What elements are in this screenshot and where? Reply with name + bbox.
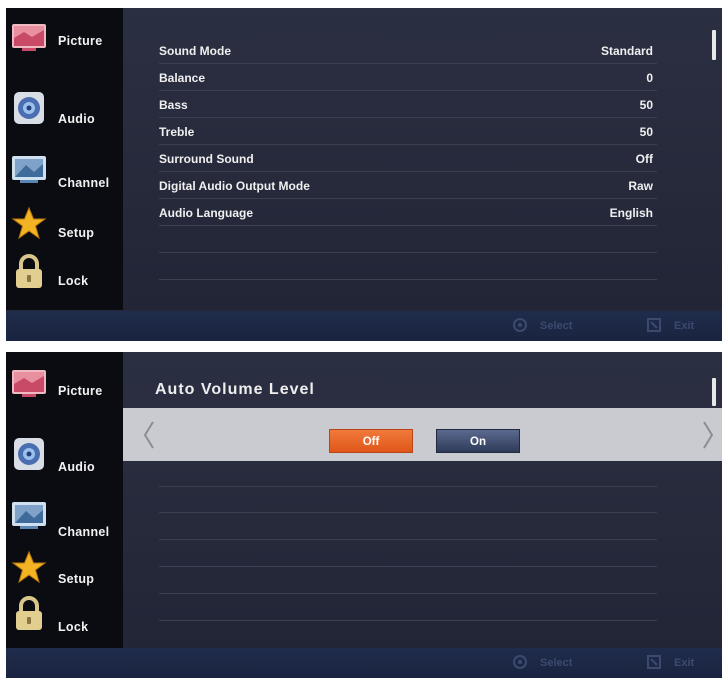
setting-row-balance[interactable]: Balance 0 (159, 63, 657, 91)
picture-icon (12, 370, 46, 397)
setting-row-bass[interactable]: Bass 50 (159, 90, 657, 118)
sidebar-item-picture[interactable]: Picture (6, 366, 123, 406)
sidebar-item-label: Picture (58, 34, 103, 48)
sidebar-item-label: Channel (58, 176, 110, 190)
scrollbar[interactable] (712, 378, 716, 406)
dpad-select-icon (513, 318, 527, 332)
sidebar-item-label: Audio (58, 112, 95, 126)
sidebar-item-lock[interactable]: Lock (6, 596, 123, 636)
exit-key-icon (647, 655, 661, 669)
chevron-left-icon[interactable] (141, 420, 157, 450)
scrollbar[interactable] (712, 30, 716, 60)
select-hint: Select (540, 657, 573, 669)
sidebar-item-label: Setup (58, 572, 95, 586)
setting-row-treble[interactable]: Treble 50 (159, 117, 657, 145)
page-title: Auto Volume Level (155, 381, 315, 398)
empty-row-divider (159, 279, 657, 280)
sidebar-item-setup[interactable]: Setup (6, 206, 123, 246)
option-selector: Off On (123, 408, 722, 461)
sidebar-item-audio[interactable]: Audio (6, 436, 123, 476)
audio-speaker-icon (14, 438, 44, 470)
setup-star-icon (11, 550, 47, 584)
chevron-right-icon[interactable] (700, 420, 716, 450)
empty-row-divider (159, 486, 657, 487)
exit-hint: Exit (674, 657, 695, 669)
empty-row-divider (159, 593, 657, 594)
empty-row-divider (159, 252, 657, 253)
exit-hint: Exit (674, 320, 695, 332)
setting-value: 0 (646, 71, 653, 85)
audio-settings-list: Sound Mode Standard Balance 0 Bass 50 Tr… (123, 8, 722, 310)
sidebar-item-label: Channel (58, 525, 110, 539)
sidebar-item-label: Lock (58, 620, 89, 634)
auto-volume-screen: Picture Audio Channel Setup Lock Auto Vo… (6, 352, 722, 678)
sidebar-item-lock[interactable]: Lock (6, 254, 123, 294)
footer-hint-bar: Select Exit (6, 311, 722, 341)
setting-value: English (609, 206, 653, 220)
setting-label: Bass (159, 98, 188, 112)
setup-star-icon (11, 206, 47, 240)
empty-row-divider (159, 512, 657, 513)
channel-tv-icon (12, 502, 46, 529)
lock-icon (16, 254, 42, 288)
setting-label: Sound Mode (159, 44, 231, 58)
setting-label: Surround Sound (159, 152, 254, 166)
sidebar-item-channel[interactable]: Channel (6, 152, 123, 192)
setting-row-surround-sound[interactable]: Surround Sound Off (159, 144, 657, 172)
sidebar-item-label: Setup (58, 226, 95, 240)
setting-value: Raw (628, 179, 653, 193)
audio-menu-screen: Picture Audio Channel Setup Lock Sound M… (6, 8, 722, 341)
empty-row-divider (159, 620, 657, 621)
option-off-button[interactable]: Off (329, 429, 413, 453)
exit-key-icon (647, 318, 661, 332)
setting-value: Off (635, 152, 653, 166)
setting-value: 50 (639, 125, 653, 139)
empty-row-divider (159, 566, 657, 567)
setting-row-sound-mode[interactable]: Sound Mode Standard (159, 36, 657, 64)
empty-row-divider (159, 539, 657, 540)
setting-value: Standard (600, 44, 653, 58)
sidebar: Picture Audio Channel Setup Lock (6, 8, 123, 310)
sidebar-item-setup[interactable]: Setup (6, 550, 123, 590)
setting-label: Balance (159, 71, 206, 85)
audio-speaker-icon (14, 92, 44, 124)
sidebar-item-picture[interactable]: Picture (6, 20, 123, 60)
setting-row-digital-audio-output-mode[interactable]: Digital Audio Output Mode Raw (159, 171, 657, 199)
channel-tv-icon (12, 156, 46, 183)
footer-hint-bar: Select Exit (6, 648, 722, 678)
picture-icon (12, 24, 46, 51)
setting-value: 50 (639, 98, 653, 112)
sidebar: Picture Audio Channel Setup Lock (6, 352, 123, 654)
lock-icon (16, 596, 42, 630)
setting-label: Digital Audio Output Mode (159, 179, 310, 193)
setting-row-audio-language[interactable]: Audio Language English (159, 198, 657, 226)
auto-volume-panel: Auto Volume Level Off On (123, 352, 722, 654)
sidebar-item-label: Lock (58, 274, 89, 288)
sidebar-item-audio[interactable]: Audio (6, 90, 123, 130)
dpad-select-icon (513, 655, 527, 669)
setting-label: Audio Language (159, 206, 253, 220)
setting-label: Treble (159, 125, 195, 139)
sidebar-item-channel[interactable]: Channel (6, 498, 123, 539)
sidebar-item-label: Audio (58, 460, 95, 474)
sidebar-item-label: Picture (58, 384, 103, 398)
select-hint: Select (540, 320, 573, 332)
option-on-button[interactable]: On (436, 429, 520, 453)
